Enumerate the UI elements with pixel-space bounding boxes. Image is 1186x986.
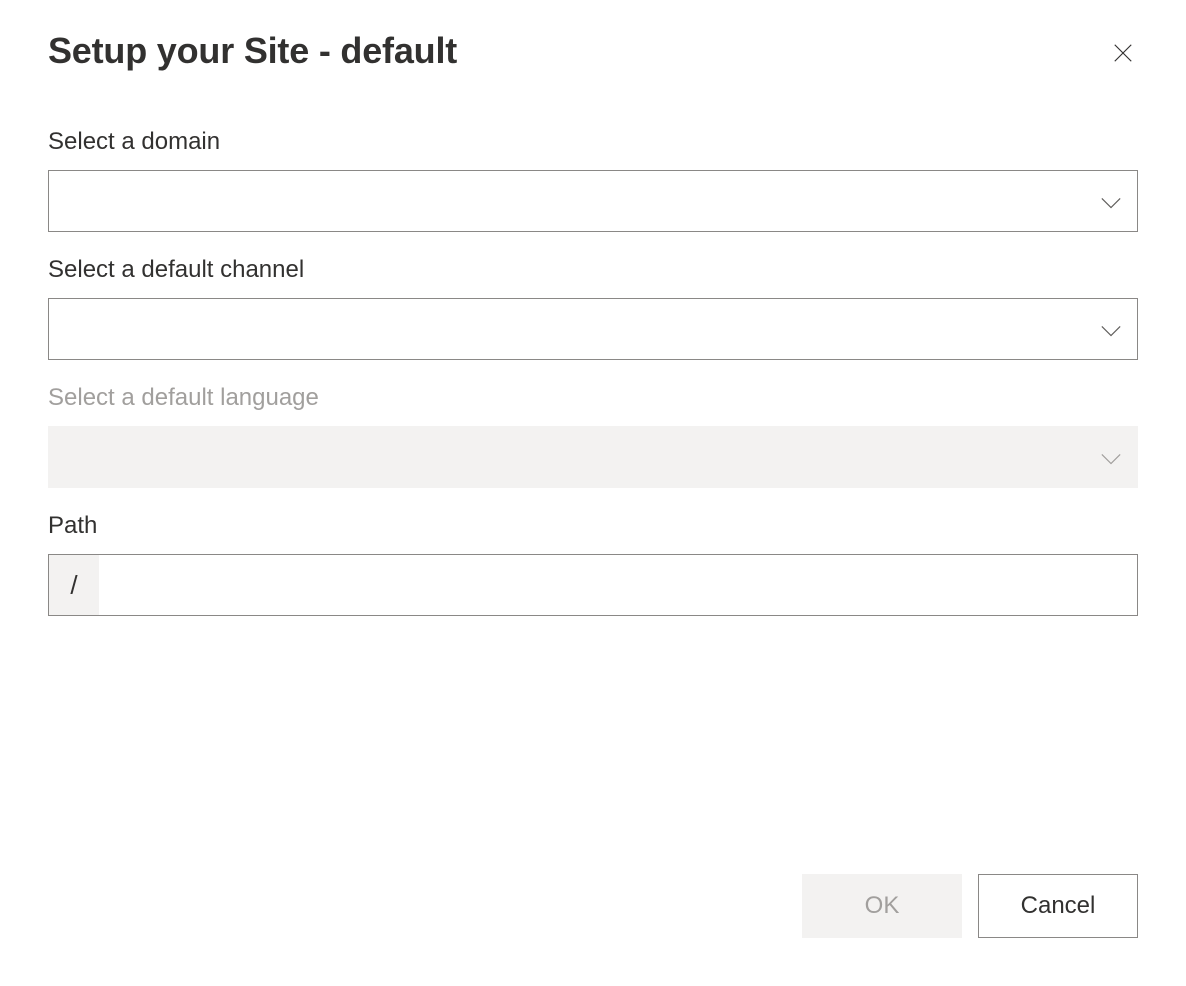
path-input-wrap: / [48, 554, 1138, 616]
dialog-title: Setup your Site - default [48, 30, 457, 72]
language-select [48, 426, 1138, 488]
path-field-group: Path / [48, 512, 1138, 616]
domain-label: Select a domain [48, 128, 1138, 156]
path-prefix: / [49, 555, 99, 615]
language-field-group: Select a default language [48, 384, 1138, 492]
channel-label: Select a default channel [48, 256, 1138, 284]
path-label: Path [48, 512, 1138, 540]
path-input[interactable] [99, 555, 1137, 615]
dialog-header: Setup your Site - default [48, 30, 1138, 72]
channel-select[interactable] [48, 298, 1138, 360]
language-select-wrap [48, 426, 1138, 492]
channel-field-group: Select a default channel [48, 256, 1138, 364]
close-icon [1112, 42, 1134, 67]
domain-select[interactable] [48, 170, 1138, 232]
dialog-footer: OK Cancel [48, 874, 1138, 938]
cancel-button[interactable]: Cancel [978, 874, 1138, 938]
domain-field-group: Select a domain [48, 128, 1138, 236]
domain-select-wrap [48, 170, 1138, 236]
close-button[interactable] [1108, 38, 1138, 71]
language-label: Select a default language [48, 384, 1138, 412]
ok-button[interactable]: OK [802, 874, 962, 938]
channel-select-wrap [48, 298, 1138, 364]
setup-site-dialog: Setup your Site - default Select a domai… [0, 0, 1186, 986]
